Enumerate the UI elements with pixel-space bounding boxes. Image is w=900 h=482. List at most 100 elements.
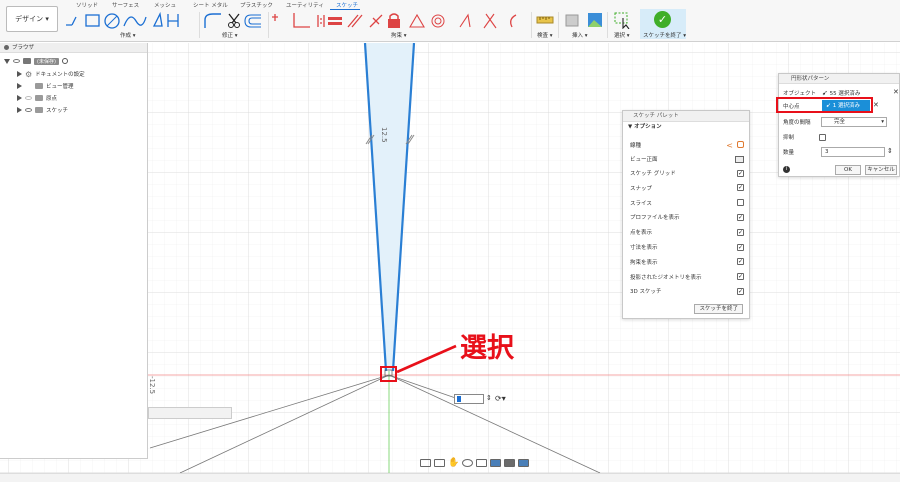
tab-plastic[interactable]: プラスチック [240,1,273,9]
measure-icon[interactable] [536,11,554,29]
finish-sketch-button[interactable]: ✓ スケッチを終了 ▾ [640,9,686,39]
collapse-dot-icon[interactable] [4,45,9,50]
palette-options-section[interactable]: ▼ オプション [623,122,749,133]
group-select[interactable]: 選択 ▾ [614,31,630,39]
objects-selection[interactable]: ➹ 55 選択済み [822,89,860,97]
palette-row-label: 3D スケッチ [630,289,662,296]
angle-spacing-icon[interactable]: ⟳▾ [495,394,506,403]
quantity-input[interactable]: 3 [821,147,885,157]
expand-arrow-icon[interactable] [17,83,22,89]
distribution-row: 角度の間隔 完全 ▾ [783,116,899,128]
palette-row: スケッチ グリッド ✓ [630,166,744,180]
folder-icon [35,95,43,101]
orbit-icon[interactable] [420,459,431,467]
workspace-switcher[interactable]: デザイン ▾ [6,6,58,32]
perpendicular-slash-icon [369,14,383,28]
visibility-eye-icon[interactable] [13,59,20,63]
collinear-icon [459,13,471,28]
viewports-icon[interactable] [518,459,530,467]
rectangle-icon [85,14,100,27]
palette-row-look-at: ビュー正面 [630,152,744,166]
gear-icon: ⚙ [25,69,33,79]
look-at-icon[interactable] [434,459,445,467]
browser-header[interactable]: ブラウザ [0,43,147,53]
info-icon[interactable]: i [783,166,790,173]
ok-button[interactable]: OK [835,165,861,175]
fix-icon [388,19,400,28]
suppress-label: 抑制 [783,135,795,141]
tab-utility[interactable]: ユーティリティ [286,1,324,9]
palette-checkbox[interactable]: ✓ [737,243,744,251]
browser-item-origin[interactable]: 原点 [17,93,57,103]
visibility-eye-icon[interactable] [25,96,32,100]
palette-checkbox[interactable]: ✓ [737,287,744,295]
palette-checkbox[interactable]: ✓ [737,169,744,177]
construction-line-icon[interactable]: < [726,141,733,150]
browser-item-document-settings[interactable]: ⚙ ドキュメントの設定 [17,69,85,79]
expand-arrow-icon[interactable] [17,95,22,101]
tab-sketch[interactable]: スケッチ [336,1,358,9]
expand-arrow-icon[interactable] [17,71,22,77]
distribution-select[interactable]: 完全 ▾ [821,117,887,127]
zoom-icon[interactable] [462,459,474,467]
palette-checkbox[interactable]: ✓ [737,184,744,192]
insert-tools[interactable] [564,11,604,29]
clear-center-button[interactable]: ✕ [873,101,879,109]
folder-icon [35,107,43,113]
distribution-label: 角度の間隔 [783,120,811,126]
tab-solid[interactable]: ソリッド [76,1,98,9]
browser-item-label: ドキュメントの設定 [35,72,85,78]
browser-root[interactable]: (未保存) [4,56,68,66]
cancel-button[interactable]: キャンセル [865,165,897,175]
look-at-icon[interactable] [735,155,744,163]
fit-icon[interactable] [476,459,488,467]
visibility-eye-icon[interactable] [25,108,32,112]
palette-checkbox[interactable]: ✓ [737,258,744,266]
pan-hand-icon[interactable]: ✋ [448,458,459,468]
radio-active-icon[interactable] [61,58,68,64]
offset-icon [244,14,261,28]
suppress-checkbox[interactable] [819,133,826,141]
display-settings-icon[interactable] [490,459,502,467]
grid-snap-icon[interactable] [504,459,516,467]
quantity-inline-input[interactable]: ⇕ ⟳▾ [454,394,506,404]
tab-surface[interactable]: サーフェス [112,1,139,9]
palette-checkbox[interactable]: ✓ [737,228,744,236]
group-create[interactable]: 作成 ▾ [120,31,136,39]
modify-tools[interactable] [203,11,265,31]
browser-item-sketches[interactable]: スケッチ [17,105,68,115]
group-constraints[interactable]: 拘束 ▾ [391,31,407,39]
browser-item-label: スケッチ [46,108,69,114]
expand-arrow-icon[interactable] [17,107,22,113]
palette-row-label: スライス [630,200,652,207]
stepper-arrows-icon[interactable]: ⇕ [486,394,492,402]
palette-finish-sketch-button[interactable]: スケッチを終了 [694,304,743,314]
select-icon[interactable] [613,11,633,29]
equal-icon [328,17,342,20]
dialog-title: 円形状パターン [791,76,830,82]
palette-row-label: 拘束を表示 [630,259,658,266]
create-tools[interactable] [64,11,198,31]
tab-mesh[interactable]: メッシュ [154,1,176,9]
palette-row-linetype: 線種 < [630,138,744,152]
palette-title: スケッチ パレット [633,113,679,119]
dialog-header[interactable]: 円形状パターン [779,74,899,84]
palette-row: 3D スケッチ ✓ [630,284,744,298]
palette-checkbox[interactable]: ✓ [737,273,744,281]
group-modify[interactable]: 修正 ▾ [222,31,238,39]
text-command-strip[interactable] [148,407,232,419]
centerline-icon[interactable] [737,140,744,148]
palette-checkbox[interactable]: ✓ [737,213,744,221]
vertical-dimension[interactable]: 12.5 [380,127,388,143]
group-inspect[interactable]: 検査 ▾ [537,31,553,39]
group-insert[interactable]: 挿入 ▾ [572,31,588,39]
clear-objects-button[interactable]: ✕ [893,88,899,96]
expand-arrow-icon[interactable] [4,58,10,64]
quantity-stepper[interactable]: ⇕ [887,147,893,155]
tab-sheet-metal[interactable]: シート メタル [193,1,228,9]
browser-item-view-management[interactable]: ビュー管理 [17,81,74,91]
palette-header[interactable]: スケッチ パレット [623,111,749,122]
coincident-icon [272,14,278,21]
constraint-tools[interactable] [272,11,530,31]
palette-checkbox[interactable] [737,199,744,207]
